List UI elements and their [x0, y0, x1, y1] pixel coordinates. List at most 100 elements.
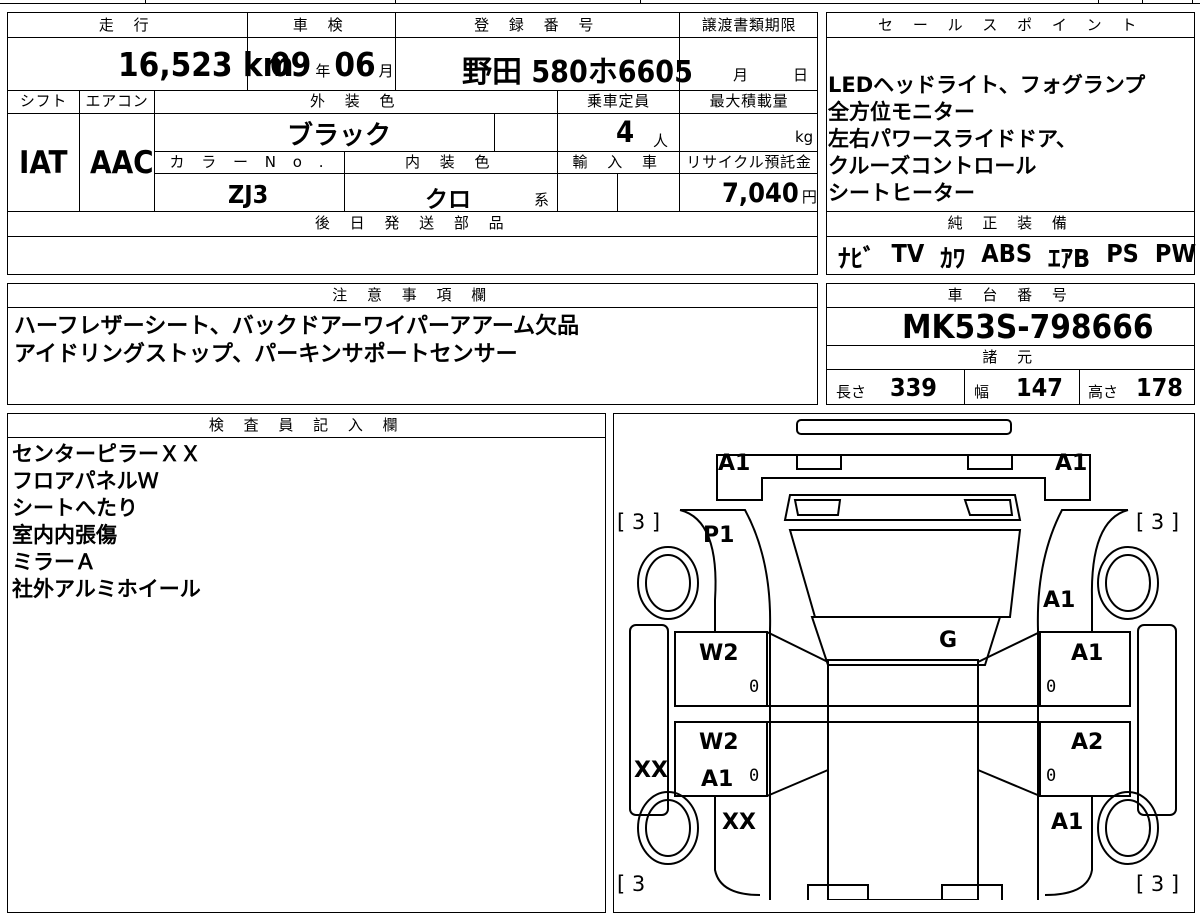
sales-point-line: 左右パワースライドドア、	[828, 127, 1077, 151]
equipment-list: ﾅﾋﾞ TV ｶﾜ ABS ｴｱB PS PW	[838, 239, 1196, 275]
notes-header: 注 意 事 項 欄	[332, 286, 494, 304]
recycle-unit: 円	[801, 188, 817, 206]
sales-point-line: 全方位モニター	[828, 100, 975, 124]
front-bumper	[796, 419, 1012, 435]
inspector-line: 室内内張傷	[12, 523, 117, 547]
mileage-value: 16,523	[118, 45, 233, 84]
shaken-month: 06	[334, 45, 376, 84]
chassis-number: MK53S-798666	[902, 307, 1154, 346]
maxload-header: 最大積載量	[709, 92, 789, 110]
inspector-line: センターピラーＸＸ	[12, 442, 201, 466]
shaken-month-unit: 月	[378, 62, 394, 80]
mark-right-fender: A1	[1043, 588, 1076, 613]
equipment-item: ｶﾜ	[940, 244, 966, 273]
note-line: ハーフレザーシート、バックドアーワイパーアアーム欠品	[14, 314, 580, 339]
windshield	[788, 529, 1022, 618]
sales-point-line: クルーズコントロール	[828, 154, 1037, 178]
damage-zero-rf: 0	[1046, 677, 1057, 697]
sales-points-list: LEDヘッドライト、フォグランプ 全方位モニター 左右パワースライドドア、 クル…	[828, 72, 1145, 207]
capacity-header: 乗車定員	[586, 92, 650, 110]
equipment-item: TV	[891, 239, 925, 268]
chassis-header: 車 台 番 号	[947, 286, 1075, 304]
ac-value: AAC	[90, 145, 154, 181]
tire-tread-front-right: [ 3 ]	[1136, 510, 1180, 534]
transfer-deadline-header: 譲渡書類期限	[701, 16, 797, 34]
import-header: 輸 入 車	[572, 153, 665, 171]
inspector-notes: センターピラーＸＸ フロアパネルＷ シートへたり 室内内張傷 ミラーＡ 社外アル…	[12, 441, 201, 603]
length-value: 339	[890, 373, 937, 402]
equipment-item: PW	[1154, 239, 1197, 268]
ext-color-value: ブラック	[287, 121, 392, 151]
transfer-day-unit: 日	[793, 66, 809, 84]
mark-roof: G	[939, 628, 958, 653]
damage-zero-rr: 0	[1046, 766, 1057, 786]
colorno-header: カ ラ ー N o .	[169, 153, 330, 171]
equipment-item: ﾅﾋﾞ	[838, 244, 876, 273]
transfer-month-unit: 月	[733, 66, 749, 84]
mark-right-rear-quarter: A1	[1051, 810, 1084, 835]
front-outline	[716, 454, 1091, 501]
mark-front-right: A1	[1055, 451, 1088, 476]
notes-list: ハーフレザーシート、バックドアーワイパーアアーム欠品 アイドリングストップ、パー…	[14, 313, 579, 369]
inspector-line: フロアパネルＷ	[12, 469, 159, 493]
headlight-right	[967, 454, 1013, 470]
headlight-left	[796, 454, 842, 470]
tire-tread-rear-left: [ 3	[617, 872, 646, 896]
note-line: アイドリングストップ、パーキンサポートセンサー	[14, 342, 518, 367]
mark-right-front-door: A1	[1071, 641, 1104, 666]
int-color-header: 内 装 色	[404, 153, 498, 171]
roof-center	[827, 659, 979, 900]
inspector-line: 社外アルミホイール	[12, 577, 201, 601]
registration-number: 野田 580ホ6605	[462, 55, 693, 90]
sales-point-line: シートヒーター	[828, 181, 975, 205]
maxload-unit: kg	[795, 128, 814, 146]
width-label: 幅	[974, 383, 990, 401]
mark-left-rear-door-2: A1	[701, 767, 734, 792]
mark-left-rear-door: W2	[699, 730, 739, 755]
recycle-value: 7,040	[722, 178, 799, 209]
inspector-line: ミラーＡ	[12, 550, 96, 574]
rocker-right	[1137, 624, 1177, 816]
height-label: 高さ	[1088, 383, 1119, 401]
mileage-header: 走 行	[98, 16, 157, 34]
inspector-header: 検 査 員 記 入 欄	[208, 416, 406, 434]
mark-left-rear-quarter: XX	[722, 810, 756, 835]
ext-color-header: 外 装 色	[309, 92, 403, 110]
rocker-left	[629, 624, 669, 816]
top-strip-line	[0, 3, 1200, 4]
shaken-year-unit: 年	[315, 62, 331, 80]
tire-tread-front-left: [ 3 ]	[617, 510, 661, 534]
int-color-value: クロ	[425, 187, 471, 213]
equipment-header: 純 正 装 備	[947, 214, 1075, 232]
int-color-unit: 系	[534, 191, 550, 209]
mark-left-pillar: XX	[634, 758, 668, 783]
shift-value: IAT	[19, 145, 68, 181]
equipment-item: ｴｱB	[1048, 244, 1091, 273]
equipment-item: ABS	[981, 239, 1033, 268]
shaken-year: 09	[270, 45, 312, 84]
mark-left-front-door: W2	[699, 641, 739, 666]
mark-p1: P1	[703, 523, 735, 548]
roof	[810, 616, 1002, 666]
colorno-value: ZJ3	[228, 180, 269, 209]
recycle-header: リサイクル預託金	[686, 153, 812, 171]
inspector-line: シートへたり	[12, 496, 138, 520]
specs-header: 諸 元	[982, 348, 1040, 366]
damage-zero-lr: 0	[749, 766, 760, 786]
mark-front-left: A1	[718, 451, 751, 476]
width-value: 147	[1016, 373, 1063, 402]
sales-point-line: LEDヘッドライト、フォグランプ	[828, 73, 1146, 97]
damage-zero-lf: 0	[749, 677, 760, 697]
tire-tread-rear-right: [ 3 ]	[1136, 872, 1180, 896]
mark-right-rear-door: A2	[1071, 730, 1104, 755]
shift-header: シフト	[19, 92, 68, 110]
length-label: 長さ	[836, 383, 867, 401]
shaken-header: 車 検	[292, 16, 351, 34]
ac-header: エアコン	[85, 92, 149, 110]
capacity-unit: 人	[653, 132, 669, 150]
height-value: 178	[1136, 373, 1183, 402]
capacity-value: 4	[616, 115, 635, 149]
registration-header: 登 録 番 号	[474, 16, 601, 34]
equipment-item: PS	[1106, 239, 1139, 268]
sales-points-header: セ ー ル ス ポ イ ン ト	[878, 16, 1144, 34]
